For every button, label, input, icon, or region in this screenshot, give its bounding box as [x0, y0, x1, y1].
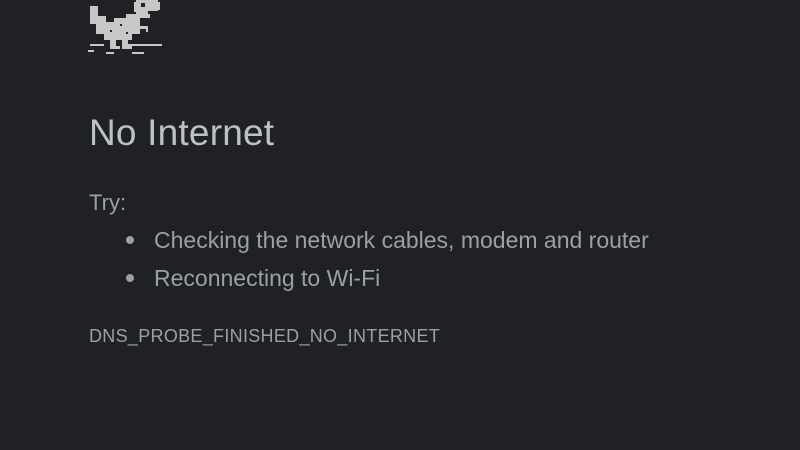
- page-title: No Internet: [89, 112, 275, 153]
- suggestion-text: Reconnecting to Wi-Fi: [154, 265, 381, 291]
- bullet-icon: [126, 274, 134, 282]
- bullet-icon: [126, 236, 134, 244]
- error-code: DNS_PROBE_FINISHED_NO_INTERNET: [89, 326, 441, 346]
- suggestion-text: Checking the network cables, modem and r…: [154, 227, 649, 253]
- list-item: Reconnecting to Wi-Fi: [126, 265, 649, 305]
- suggestion-list: Checking the network cables, modem and r…: [126, 227, 649, 305]
- dinosaur-icon: [86, 0, 166, 58]
- try-label: Try:: [89, 190, 127, 215]
- list-item: Checking the network cables, modem and r…: [126, 227, 649, 267]
